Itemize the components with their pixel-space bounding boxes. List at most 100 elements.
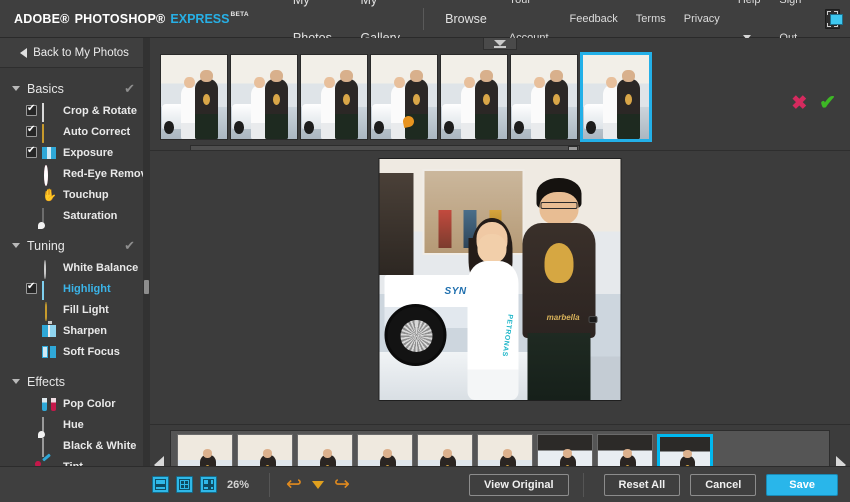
tool-label: Fill Light [63,304,109,316]
fullscreen-display-icon[interactable] [825,9,840,29]
nav-browse[interactable]: Browse [432,0,500,38]
nav-feedback[interactable]: Feedback [560,0,626,38]
variation-thumbnails [160,54,654,142]
cancel-button[interactable]: Cancel [690,474,756,496]
person-man: marbella [519,178,599,400]
variation-thumb[interactable] [160,54,228,140]
nav-privacy[interactable]: Privacy [675,0,729,38]
group-label-tuning: Tuning [27,239,65,253]
variation-thumb[interactable] [230,54,298,140]
edit-tools-list: Basics ✔ Crop & Rotate Auto Correct Expo… [0,68,149,502]
checkbox-auto-correct[interactable] [26,126,37,137]
checkbox-exposure[interactable] [26,147,37,158]
tool-label: Sharpen [63,325,107,337]
toolbar-left-group: 26% ↩ ↪ [0,473,356,497]
history-dropdown-icon[interactable] [312,481,324,489]
undo-arrow-icon[interactable]: ↩ [286,475,302,494]
zoom-out-icon[interactable] [152,476,169,493]
checkbox-highlight[interactable] [26,283,37,294]
variation-thumb[interactable] [370,54,438,140]
tool-auto-correct[interactable]: Auto Correct [0,121,149,142]
shirt-brand-text: marbella [533,313,586,322]
collapse-down-icon[interactable] [483,38,517,50]
tool-label: Touchup [63,189,109,201]
tool-exposure[interactable]: Exposure [0,142,149,163]
tool-label: Exposure [63,147,113,159]
tool-saturation[interactable]: Saturation [0,205,149,226]
view-original-button[interactable]: View Original [469,474,569,496]
red-eye-icon [42,167,58,181]
arrow-left-icon [20,48,27,58]
tool-fill-light[interactable]: Fill Light [0,299,149,320]
dress-sponsor-text: PETRONAS [500,313,513,356]
tool-label: Soft Focus [63,346,120,358]
wristwatch [588,316,597,323]
main-editor-area: ✖ ✔ SYNTIUM PETRONAS [150,38,850,502]
tool-black-and-white[interactable]: Black & White [0,435,149,456]
tool-label: Auto Correct [63,126,130,138]
variation-thumb[interactable] [510,54,578,140]
white-balance-icon [42,261,58,275]
auto-correct-icon [42,125,58,139]
accept-check-icon[interactable]: ✔ [819,93,836,113]
hue-icon [42,418,58,432]
crop-rotate-icon [42,104,58,118]
zoom-fit-icon[interactable] [176,476,193,493]
photoshop-express-editor: ADOBE® PHOTOSHOP® EXPRESS BETA My Photos… [0,0,850,502]
logo-beta-badge: BETA [230,11,248,18]
nav-terms[interactable]: Terms [627,0,675,38]
tool-label: Crop & Rotate [63,105,137,117]
bottom-toolbar: 26% ↩ ↪ View Original Reset All Cancel S… [0,466,850,502]
preview-image[interactable]: SYNTIUM PETRONAS marbella [379,158,622,401]
save-button[interactable]: Save [766,474,838,496]
tool-hue[interactable]: Hue [0,414,149,435]
group-header-effects[interactable]: Effects [0,370,149,393]
toolbar-divider [269,473,270,497]
tool-pop-color[interactable]: Pop Color [0,393,149,414]
reset-all-button[interactable]: Reset All [604,474,681,496]
person-woman: PETRONAS [459,222,526,400]
tool-touchup[interactable]: ✋ Touchup [0,184,149,205]
zoom-in-icon[interactable] [200,476,217,493]
toolbar-right-group: View Original Reset All Cancel Save [459,473,850,497]
tool-highlight[interactable]: Highlight [0,278,149,299]
tool-label: White Balance [63,262,138,274]
editing-sidebar: Back to My Photos Basics ✔ Crop & Rotate… [0,38,150,502]
back-to-my-photos-link[interactable]: Back to My Photos [0,38,149,68]
checkbox-crop-rotate[interactable] [26,105,37,116]
group-label-basics: Basics [27,82,64,96]
fill-light-icon [42,303,58,317]
soft-focus-icon [42,345,58,359]
variation-thumb[interactable] [440,54,508,140]
variation-thumb-selected[interactable] [580,52,652,142]
secondary-nav: Your Account Feedback Terms Privacy Help… [500,0,850,38]
reject-x-icon[interactable]: ✖ [791,94,807,113]
tool-crop-rotate[interactable]: Crop & Rotate [0,100,149,121]
logo-photoshop: PHOTOSHOP® [75,12,166,26]
tool-label: Hue [63,419,84,431]
tool-soft-focus[interactable]: Soft Focus [0,341,149,362]
tool-label: Red-Eye Removal [63,168,156,180]
tool-sharpen[interactable]: Sharpen [0,320,149,341]
sidebar-splitter[interactable] [143,38,150,502]
nav-divider [423,8,424,30]
toolbar-divider [583,473,584,497]
triangle-down-icon [12,379,20,384]
highlight-icon [42,282,58,296]
car-wheel [384,304,446,366]
tool-white-balance[interactable]: White Balance [0,257,149,278]
glasses-icon [541,202,578,209]
tool-red-eye-removal[interactable]: Red-Eye Removal [0,163,149,184]
primary-nav: My Photos My Gallery Browse [280,0,500,38]
group-header-basics[interactable]: Basics ✔ [0,77,149,100]
variations-collapse-bar [150,38,850,51]
tool-label: Pop Color [63,398,116,410]
group-header-tuning[interactable]: Tuning ✔ [0,234,149,257]
exposure-icon [42,146,58,160]
preview-canvas: SYNTIUM PETRONAS marbella [150,150,850,425]
pop-color-icon [42,397,58,411]
variation-thumb[interactable] [300,54,368,140]
redo-arrow-icon[interactable]: ↪ [334,475,350,494]
splitter-grip[interactable] [144,280,149,294]
variations-filmstrip: ✖ ✔ [150,51,850,151]
